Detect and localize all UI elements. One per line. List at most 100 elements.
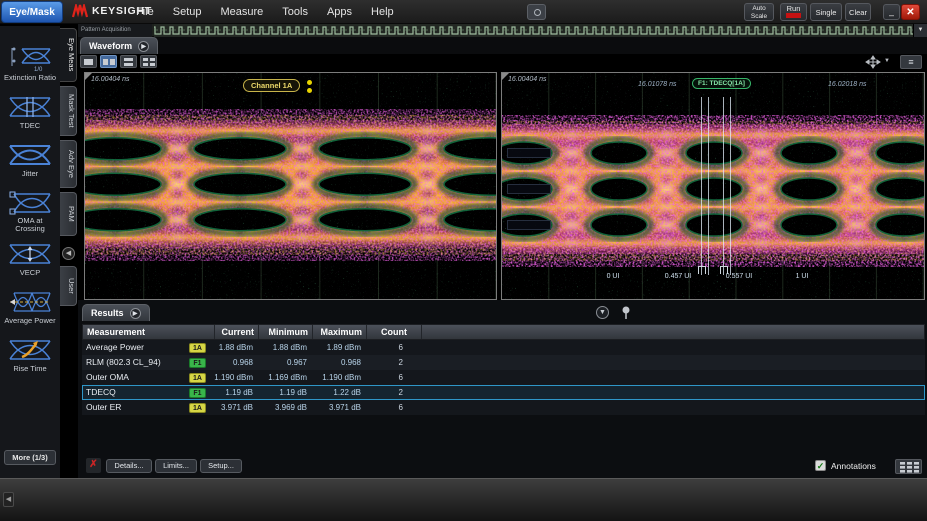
results-tab-menu-icon[interactable]: ▶ xyxy=(130,308,141,319)
clear-button[interactable]: Clear xyxy=(845,3,871,21)
waveform-tab-menu-icon[interactable]: ▶ xyxy=(138,41,149,52)
eye-level-label xyxy=(507,220,551,230)
mode-button-eye-mask[interactable]: Eye/Mask xyxy=(1,1,63,23)
layout-stack-button[interactable] xyxy=(120,55,137,68)
collapse-results-icon[interactable]: ▼ xyxy=(596,306,609,319)
pattern-acquisition-bar[interactable]: Pattern Acquisition ▼ xyxy=(78,24,927,37)
axis-label-0ui: 0 UI xyxy=(600,273,626,280)
layout-quad-button[interactable] xyxy=(140,55,157,68)
col-maximum[interactable]: Maximum xyxy=(313,325,367,339)
tdecq-measure-line xyxy=(708,97,709,275)
layout-split-button[interactable] xyxy=(100,55,117,68)
sidebar-item-jitter[interactable]: Jitter xyxy=(0,142,60,178)
setup-button[interactable]: Setup... xyxy=(200,459,242,473)
eye-diagram-panel-left[interactable]: 16.00404 ns Channel 1A xyxy=(84,72,497,300)
axis-label-0457ui: 0.457 UI xyxy=(656,273,700,280)
channel-marker-dot xyxy=(307,80,312,85)
measurement-sidebar: 1/0 Extinction Ratio TDEC Jitter xyxy=(0,26,60,478)
pattern-waveform xyxy=(154,24,913,37)
camera-button[interactable] xyxy=(527,4,546,20)
tab-eye-meas[interactable]: Eye Meas xyxy=(60,28,77,82)
sidebar-item-extinction-ratio[interactable]: 1/0 Extinction Ratio xyxy=(0,44,60,82)
sidebar-item-oma-at-crossing[interactable]: OMA at Crossing xyxy=(0,190,60,233)
jitter-icon xyxy=(8,142,52,168)
category-tabstrip: Eye Meas Mask Test Adv Eye PAM ◀ User xyxy=(60,26,78,326)
axis-label-1ui: 1 UI xyxy=(789,273,815,280)
annotations-checkbox[interactable]: ✓ xyxy=(815,460,826,471)
table-row-average-power[interactable]: Average Power 1A 1.88 dBm 1.88 dBm 1.89 … xyxy=(82,340,925,355)
flexdca-window: KEYSIGHT File Setup Measure Tools Apps H… xyxy=(0,0,927,521)
right-panel-timestamp: 16.00404 ns xyxy=(508,76,547,83)
eye-diagram-panel-right[interactable]: 16.00404 ns 16.01078 ns F1: TDECQ[1A] 16… xyxy=(501,72,925,300)
oma-at-crossing-icon xyxy=(8,190,52,216)
details-button[interactable]: Details... xyxy=(106,459,152,473)
source-badge: F1 xyxy=(189,358,206,368)
table-row-outer-oma[interactable]: Outer OMA 1A 1.190 dBm 1.169 dBm 1.190 d… xyxy=(82,370,925,385)
limits-button[interactable]: Limits... xyxy=(155,459,197,473)
results-grid-button[interactable] xyxy=(895,459,922,474)
sidebar-item-average-power[interactable]: Average Power xyxy=(0,289,60,325)
delete-measurement-icon[interactable]: ✗ xyxy=(86,458,101,473)
menu-tools[interactable]: Tools xyxy=(282,6,308,18)
close-button[interactable]: ✕ xyxy=(901,4,920,20)
menu-help[interactable]: Help xyxy=(371,6,394,18)
menu-file[interactable]: File xyxy=(136,6,154,18)
single-button[interactable]: Single xyxy=(810,3,842,21)
pattern-bar-dropdown[interactable]: ▼ xyxy=(913,24,927,37)
camera-icon xyxy=(534,9,541,16)
menu-apps[interactable]: Apps xyxy=(327,6,352,18)
minimize-button[interactable]: – xyxy=(883,4,900,20)
sidebar-item-rise-time[interactable]: Rise Time xyxy=(0,337,60,373)
col-minimum[interactable]: Minimum xyxy=(259,325,313,339)
source-badge: 1A xyxy=(189,373,206,383)
results-header-row: Measurement Current Minimum Maximum Coun… xyxy=(82,324,925,340)
sidebar-item-tdec[interactable]: TDEC xyxy=(0,94,60,130)
average-power-icon xyxy=(8,289,52,315)
table-row-outer-er[interactable]: Outer ER 1A 3.971 dB 3.969 dB 3.971 dB 6 xyxy=(82,400,925,415)
more-measurements-button[interactable]: More (1/3) xyxy=(4,450,56,465)
status-bar: ◀ 1A 360 μW/ 829.0 μW D2A 200 mV/ 0 V ⚙ … xyxy=(0,478,927,521)
collapse-sidebar-button[interactable]: ◀ xyxy=(62,247,75,260)
sidebar-item-vecp[interactable]: VECP xyxy=(0,241,60,277)
channel-label-pill[interactable]: Channel 1A xyxy=(243,79,300,92)
extinction-ratio-icon: 1/0 xyxy=(8,44,52,72)
menu-measure[interactable]: Measure xyxy=(220,6,263,18)
run-button[interactable]: Run xyxy=(780,3,807,21)
tdecq-measure-line xyxy=(730,97,731,275)
col-current[interactable]: Current xyxy=(215,325,259,339)
table-row-rlm[interactable]: RLM (802.3 CL_94) F1 0.968 0.967 0.968 2 xyxy=(82,355,925,370)
pin-icon[interactable] xyxy=(620,305,632,320)
channel-marker-dot xyxy=(307,88,312,93)
rise-time-icon xyxy=(8,337,52,363)
menu-items: File Setup Measure Tools Apps Help xyxy=(136,0,394,24)
marker-time-left: 16.01078 ns xyxy=(638,81,677,88)
vecp-icon xyxy=(8,241,52,267)
svg-text:1/0: 1/0 xyxy=(34,67,43,72)
pan-move-icon[interactable] xyxy=(865,55,881,69)
keysight-logo-icon xyxy=(72,4,88,18)
workspace-tab-row: Waveform ▶ xyxy=(78,37,927,54)
tab-pam[interactable]: PAM xyxy=(60,192,77,236)
col-measurement[interactable]: Measurement xyxy=(83,325,215,339)
table-row-tdecq[interactable]: TDECQ F1 1.19 dB 1.19 dB 1.22 dB 2 xyxy=(82,385,925,400)
tab-results[interactable]: Results ▶ xyxy=(82,304,150,321)
function-label-pill[interactable]: F1: TDECQ[1A] xyxy=(692,78,751,89)
tdec-icon xyxy=(8,94,52,120)
menu-setup[interactable]: Setup xyxy=(173,6,202,18)
graph-menu-button[interactable]: ≡ xyxy=(900,55,922,69)
eye-level-label xyxy=(507,148,551,158)
tab-adv-eye[interactable]: Adv Eye xyxy=(60,140,77,188)
auto-scale-button[interactable]: Auto Scale xyxy=(744,3,774,21)
source-badge: 1A xyxy=(189,343,206,353)
source-badge: 1A xyxy=(189,403,206,413)
left-panel-timestamp: 16.00404 ns xyxy=(91,76,130,83)
signals-scroll-left-button[interactable]: ◀ xyxy=(3,492,14,507)
tab-waveform[interactable]: Waveform ▶ xyxy=(80,37,158,54)
run-status-indicator xyxy=(786,13,801,18)
col-count[interactable]: Count xyxy=(367,325,422,339)
tab-user[interactable]: User xyxy=(60,266,77,306)
pan-dropdown-icon[interactable]: ▼ xyxy=(884,58,890,64)
tab-mask-test[interactable]: Mask Test xyxy=(60,86,77,136)
results-table: Measurement Current Minimum Maximum Coun… xyxy=(82,324,925,415)
layout-single-button[interactable] xyxy=(80,55,97,68)
